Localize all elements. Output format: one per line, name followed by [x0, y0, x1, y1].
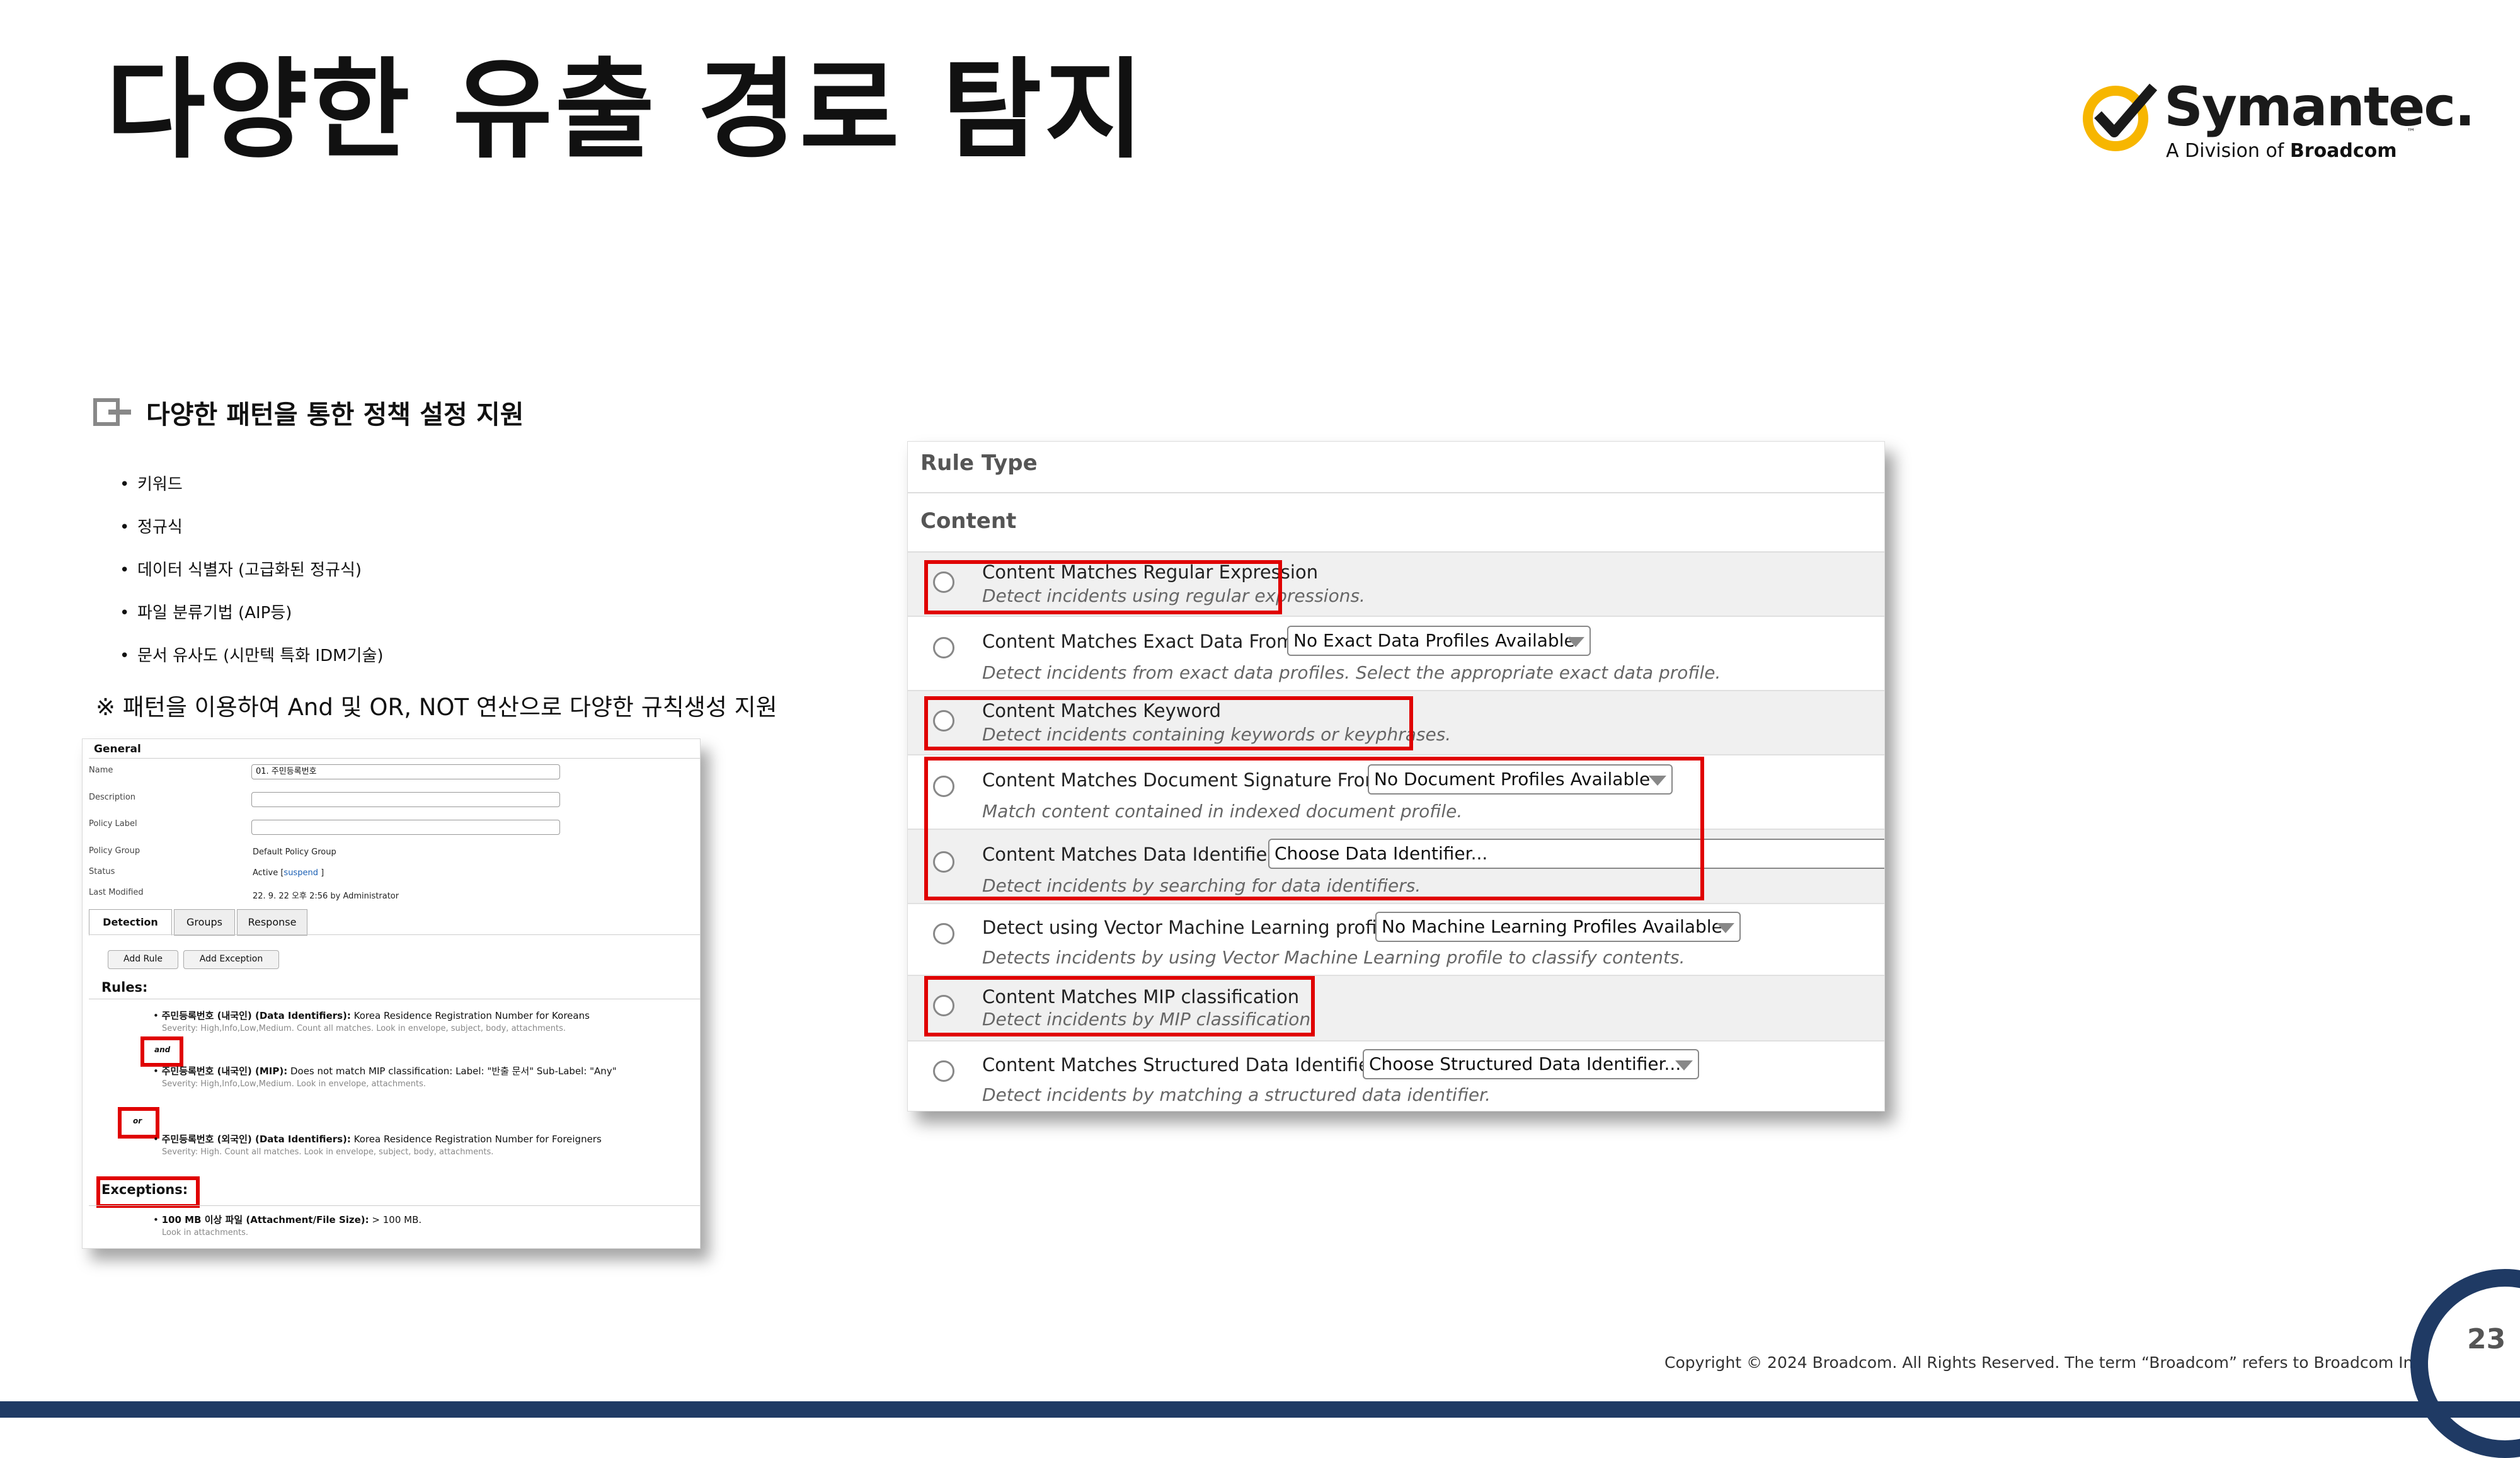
policy-editor-screenshot: General Name 01. 주민등록번호 Description Poli…	[82, 738, 701, 1249]
rule-option-structured-data[interactable]: Content Matches Structured Data Identifi…	[908, 1042, 1884, 1111]
rule-severity: Severity: High,Info,Low,Medium. Look in …	[162, 1079, 426, 1089]
copyright-text: Copyright © 2024 Broadcom. All Rights Re…	[1664, 1353, 2427, 1372]
slide-title: 다양한 유출 경로 탐지	[106, 47, 1147, 173]
list-item: • 키워드	[120, 475, 183, 494]
symantec-logo: Symantec. ™ A Division of Broadcom	[2079, 76, 2475, 170]
divider	[89, 1205, 700, 1206]
name-field[interactable]: 01. 주민등록번호	[251, 764, 560, 779]
last-modified-value: 22. 9. 22 오후 2:56 by Administrator	[253, 892, 399, 901]
rule-type-screenshot: Rule Type Content Content Matches Regula…	[907, 441, 1885, 1111]
policy-group-value: Default Policy Group	[253, 847, 336, 857]
feature-list: • 키워드 • 정규식 • 데이터 식별자 (고급화된 정규식) • 파일 분류기법 (…	[120, 463, 384, 677]
divider	[89, 934, 700, 935]
rule-option-exact-data[interactable]: Content Matches Exact Data From: No Exac…	[908, 617, 1884, 691]
exact-data-profile-select[interactable]: No Exact Data Profiles Available	[1287, 626, 1591, 656]
radio-button[interactable]	[933, 923, 954, 944]
rule-line: • 주민등록번호 (외국인) (Data Identifiers): Korea…	[153, 1134, 602, 1145]
field-label: Name	[89, 766, 113, 775]
rule-line: • 주민등록번호 (내국인) (MIP): Does not match MIP…	[153, 1065, 617, 1077]
rule-severity: Severity: High,Info,Low,Medium. Count al…	[162, 1024, 566, 1033]
rules-heading: Rules:	[101, 980, 148, 995]
structured-data-identifier-select[interactable]: Choose Structured Data Identifier...	[1363, 1049, 1699, 1079]
page-number-ring	[2410, 1269, 2520, 1458]
field-label: Status	[89, 867, 115, 876]
general-heading: General	[94, 743, 141, 755]
list-item: • 파일 분류기법 (AIP등)	[120, 604, 292, 623]
list-item: • 데이터 식별자 (고급화된 정규식)	[120, 561, 362, 580]
footer-bar	[0, 1401, 2520, 1418]
logo-wordmark: Symantec.	[2164, 76, 2475, 139]
rule-option-desc: Detects incidents by using Vector Machin…	[982, 947, 1685, 968]
rule-option-title: Content Matches Exact Data From:	[982, 631, 1301, 652]
add-exception-button[interactable]: Add Exception	[183, 950, 279, 969]
add-rule-button[interactable]: Add Rule	[108, 950, 178, 969]
or-operator: or	[133, 1116, 142, 1125]
note-text: ※ 패턴을 이용하여 And 및 OR, NOT 연산으로 다양한 규칙생성 지…	[96, 694, 777, 721]
and-operator: and	[154, 1045, 171, 1054]
rule-option-title: Detect using Vector Machine Learning pro…	[982, 917, 1400, 938]
mip-highlight	[924, 976, 1315, 1036]
rule-severity: Severity: High. Count all matches. Look …	[162, 1147, 494, 1157]
logo-trademark: ™	[2407, 127, 2415, 137]
rule-option-desc: Detect incidents from exact data profile…	[982, 662, 1721, 683]
exception-line: • 100 MB 이상 파일 (Attachment/File Size): >…	[153, 1214, 422, 1226]
field-label: Description	[89, 793, 136, 802]
field-label: Last Modified	[89, 888, 144, 897]
radio-button[interactable]	[933, 1060, 954, 1082]
rule-option-title: Content Matches Structured Data Identifi…	[982, 1054, 1383, 1076]
regex-highlight	[924, 560, 1282, 614]
section-heading: 다양한 패턴을 통한 정책 설정 지원	[146, 399, 524, 430]
status-value: Active [suspend ]	[253, 868, 324, 878]
list-item: • 문서 유사도 (시만텍 특화 IDM기술)	[120, 646, 384, 665]
signature-identifier-highlight	[924, 757, 1704, 900]
symantec-check-icon	[2083, 83, 2158, 151]
section-bullet-icon	[93, 398, 131, 426]
suspend-link[interactable]: suspend	[284, 868, 318, 878]
page-number: 23	[2467, 1323, 2506, 1355]
radio-button[interactable]	[933, 637, 954, 658]
description-field[interactable]	[251, 792, 560, 807]
logo-subtitle: A Division of Broadcom	[2166, 140, 2397, 162]
content-header: Content	[908, 493, 1884, 553]
rule-type-header: Rule Type	[908, 442, 1884, 493]
divider	[89, 758, 700, 759]
list-item: • 정규식	[120, 518, 183, 537]
tab-detection[interactable]: Detection	[89, 909, 172, 936]
keyword-highlight	[924, 696, 1413, 750]
tab-response[interactable]: Response	[237, 909, 307, 936]
field-label: Policy Label	[89, 819, 137, 829]
exception-sub: Look in attachments.	[162, 1228, 248, 1237]
tab-groups[interactable]: Groups	[174, 909, 235, 936]
vml-profile-select[interactable]: No Machine Learning Profiles Available	[1375, 912, 1741, 942]
rule-option-desc: Detect incidents by matching a structure…	[982, 1084, 1491, 1105]
policy-label-field[interactable]	[251, 820, 560, 835]
field-label: Policy Group	[89, 846, 140, 856]
exceptions-heading: Exceptions:	[101, 1182, 188, 1197]
rule-line: • 주민등록번호 (내국인) (Data Identifiers): Korea…	[153, 1010, 590, 1021]
rule-option-vml[interactable]: Detect using Vector Machine Learning pro…	[908, 904, 1884, 976]
